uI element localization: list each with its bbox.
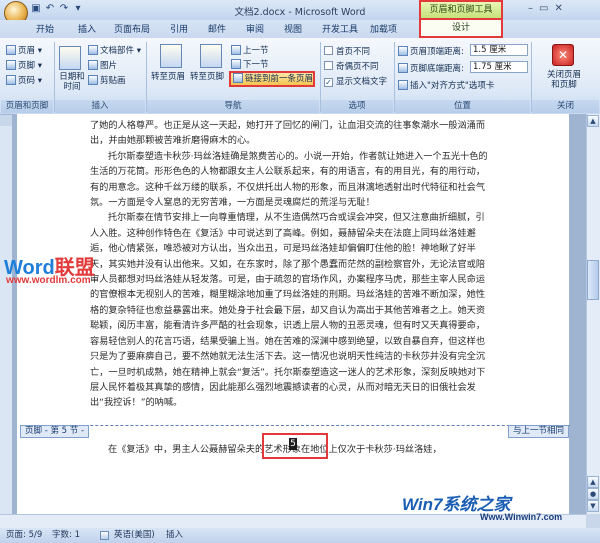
window-title: 文档2.docx - Microsoft Word <box>234 7 366 18</box>
date-time-button[interactable]: 日期和 时间 <box>57 72 87 92</box>
header-top-distance-input[interactable]: 1.5 厘米 <box>470 44 528 56</box>
footer-bottom-distance-input[interactable]: 1.75 厘米 <box>470 61 528 73</box>
clip-art-icon <box>88 75 98 85</box>
quick-parts-icon <box>88 45 98 55</box>
goto-footer-button[interactable]: 转至页脚 <box>190 70 226 82</box>
different-first-page-checkbox[interactable]: 首页不同 <box>324 45 370 57</box>
page-number-icon <box>6 75 16 85</box>
tab-addins[interactable]: 加载项 <box>370 22 397 35</box>
status-language[interactable]: 英语(美国) <box>114 528 155 543</box>
paragraph: 了她的人格尊严。也正是从这一天起，她打开了回忆的闸门，让血泪交流的往事象潮水一般… <box>90 120 486 147</box>
picture-icon <box>88 60 98 70</box>
previous-page-icon[interactable]: ▲ <box>587 476 599 488</box>
header-button[interactable]: 页眉 ▾ <box>6 44 42 56</box>
group-label-header-footer: 页眉和页脚 <box>1 100 53 113</box>
close-header-footer-button[interactable]: 关闭页眉 和页脚 <box>536 70 592 90</box>
next-section-button[interactable]: 下一节 <box>231 58 269 70</box>
status-words[interactable]: 字数: 1 <box>52 528 80 543</box>
group-label-insert: 插入 <box>55 100 145 113</box>
previous-section-button[interactable]: 上一节 <box>231 44 269 56</box>
date-time-icon[interactable] <box>59 46 81 70</box>
header-distance-icon <box>398 46 408 56</box>
win7-url: Www.Winwin7.com <box>480 512 563 522</box>
footer-page-number[interactable]: 5 <box>289 438 297 450</box>
vertical-ruler <box>0 126 12 514</box>
insert-alignment-tab-button[interactable]: 插入"对齐方式"选项卡 <box>398 79 494 91</box>
picture-button[interactable]: 图片 <box>88 59 117 71</box>
goto-header-icon[interactable] <box>160 44 182 68</box>
checkbox-icon <box>324 61 333 70</box>
show-document-text-checkbox[interactable]: ✓ 显示文档文字 <box>324 75 387 87</box>
paragraph: 托尔斯泰在情节安排上一向尊重情理，从不生造偶然巧合或误会冲突，但又注意曲折细腻，… <box>90 212 486 409</box>
footer-icon <box>6 60 16 70</box>
tab-review[interactable]: 审阅 <box>246 22 264 35</box>
window-controls[interactable]: –▭✕ <box>528 3 596 16</box>
status-insert-mode[interactable]: 插入 <box>166 528 183 543</box>
alignment-tab-icon <box>398 80 408 90</box>
group-label-close: 关闭 <box>532 100 599 113</box>
tab-references[interactable]: 引用 <box>170 22 188 35</box>
odd-even-checkbox[interactable]: 奇偶页不同 <box>324 60 379 72</box>
footer-distance-icon <box>398 63 408 73</box>
tab-view[interactable]: 视图 <box>284 22 302 35</box>
document-body[interactable]: 了她的人格尊严。也正是从这一天起，她打开了回忆的闸门，让血泪交流的往事象潮水一般… <box>90 118 490 411</box>
tab-page-layout[interactable]: 页面布局 <box>114 22 150 35</box>
tab-design[interactable]: 设计 <box>419 20 503 38</box>
previous-section-icon <box>231 45 241 55</box>
next-page-icon[interactable]: ▼ <box>587 500 599 512</box>
status-bar <box>0 528 600 543</box>
scroll-up-icon[interactable]: ▲ <box>587 115 599 127</box>
clip-art-button[interactable]: 剪贴画 <box>88 74 126 86</box>
footer-section-tab: 页脚 - 第 5 节 - <box>20 425 90 438</box>
status-page[interactable]: 页面: 5/9 <box>6 528 42 543</box>
goto-header-button[interactable]: 转至页眉 <box>151 70 185 82</box>
select-browse-object-icon[interactable]: ● <box>587 488 599 500</box>
scroll-thumb[interactable] <box>587 260 599 300</box>
tab-home[interactable]: 开始 <box>36 22 54 35</box>
next-section-icon <box>231 59 241 69</box>
tab-developer[interactable]: 开发工具 <box>322 22 358 35</box>
checkmark-icon: ✓ <box>324 78 333 87</box>
page-number-button[interactable]: 页码 ▾ <box>6 74 42 86</box>
wordlm-url: www.wordlm.com <box>6 275 91 286</box>
group-label-navigation: 导航 <box>147 100 319 113</box>
group-label-position: 位置 <box>395 100 530 113</box>
footer-bottom-distance-label: 页脚底端距离: <box>398 62 464 74</box>
vertical-scrollbar[interactable] <box>586 114 600 514</box>
checkbox-icon <box>324 46 333 55</box>
footer-button[interactable]: 页脚 ▾ <box>6 59 42 71</box>
link-icon <box>233 73 243 83</box>
group-label-options: 选项 <box>321 100 393 113</box>
tab-insert[interactable]: 插入 <box>78 22 96 35</box>
tab-mailings[interactable]: 邮件 <box>208 22 226 35</box>
goto-footer-icon[interactable] <box>200 44 222 68</box>
header-top-distance-label: 页眉顶端距离: <box>398 45 464 57</box>
quick-parts-button[interactable]: 文档部件 ▾ <box>88 44 141 56</box>
paragraph: 托尔斯泰塑造卡秋莎·玛丝洛娃确是煞费苦心的。小说一开始，作者就让她进入一个五光十… <box>90 150 488 209</box>
close-icon[interactable]: ✕ <box>552 44 574 66</box>
proofing-icon[interactable] <box>100 531 109 540</box>
same-as-previous-tab: 与上一节相同 <box>508 425 570 438</box>
header-icon <box>6 45 16 55</box>
link-to-previous-button[interactable]: 链接到前一条页眉 <box>229 71 315 87</box>
header-footer-tools-title: 页眉和页脚工具 <box>419 0 503 20</box>
footer-boundary <box>20 425 570 426</box>
